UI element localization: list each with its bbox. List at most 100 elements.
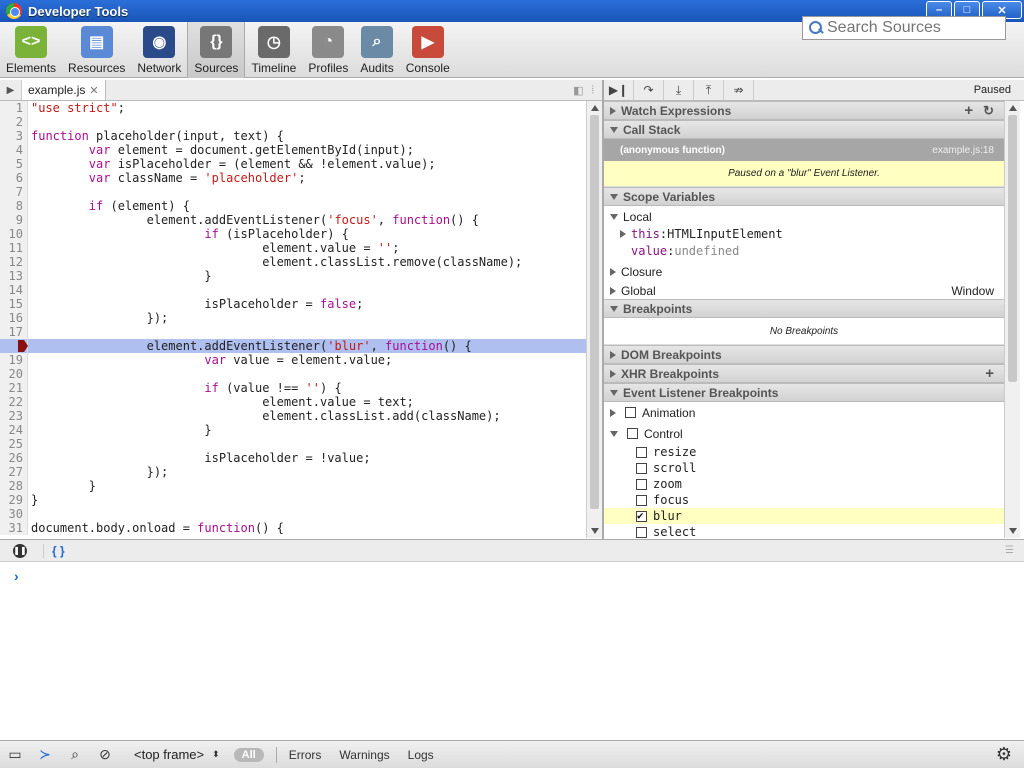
code-line[interactable]: 10 if (isPlaceholder) {	[0, 227, 602, 241]
navigator-toggle-icon[interactable]: ▶	[0, 80, 22, 100]
resume-icon[interactable]: ▶❙	[604, 80, 634, 100]
scope-closure[interactable]: Closure	[604, 263, 1004, 280]
scroll-up-icon[interactable]	[591, 105, 599, 111]
search-input[interactable]	[827, 19, 997, 37]
tool-resources[interactable]: ▤ Resources	[62, 22, 131, 78]
code-line[interactable]: 28 }	[0, 479, 602, 493]
code-line[interactable]: 4 var element = document.getElementById(…	[0, 143, 602, 157]
code-line[interactable]: 23 element.classList.add(className);	[0, 409, 602, 423]
tool-console[interactable]: ▶ Console	[400, 22, 456, 78]
tool-elements[interactable]: <> Elements	[0, 22, 62, 78]
line-number[interactable]: 4	[0, 143, 28, 157]
event-focus[interactable]: focus	[604, 492, 1004, 508]
line-number[interactable]: 16	[0, 311, 28, 325]
code-line[interactable]: 25	[0, 437, 602, 451]
control-checkbox[interactable]	[627, 428, 638, 439]
refresh-icon[interactable]: ↻	[983, 103, 994, 119]
line-number[interactable]: 13	[0, 269, 28, 283]
code-line[interactable]: 27 });	[0, 465, 602, 479]
code-line[interactable]: 19 var value = element.value;	[0, 353, 602, 367]
line-number[interactable]: 9	[0, 213, 28, 227]
code-line[interactable]: 5 var isPlaceholder = (element && !eleme…	[0, 157, 602, 171]
pause-on-exceptions-icon[interactable]: ❚❚	[13, 543, 27, 558]
watch-expressions-header[interactable]: Watch Expressions + ↻	[604, 101, 1004, 120]
scope-this[interactable]: this: HTMLInputElement	[604, 225, 1004, 242]
line-number[interactable]: 3	[0, 129, 28, 143]
console-prompt[interactable]: ›	[14, 568, 19, 584]
scope-value[interactable]: value: undefined	[604, 242, 1004, 259]
code-line[interactable]: 26 isPlaceholder = !value;	[0, 451, 602, 465]
line-number[interactable]: 29	[0, 493, 28, 507]
code-line[interactable]: 14	[0, 283, 602, 297]
event-scroll[interactable]: scroll	[604, 460, 1004, 476]
scroll-thumb[interactable]	[590, 115, 599, 509]
code-line[interactable]: 17	[0, 325, 602, 339]
code-line[interactable]: 12 element.classList.remove(className);	[0, 255, 602, 269]
line-number[interactable]: 28	[0, 479, 28, 493]
frame-location[interactable]: example.js:18	[932, 145, 994, 156]
code-line[interactable]: 20	[0, 367, 602, 381]
line-number[interactable]: 8	[0, 199, 28, 213]
event-select[interactable]: select	[604, 524, 1004, 538]
code-line[interactable]: 11 element.value = '';	[0, 241, 602, 255]
code-line[interactable]: 22 element.value = text;	[0, 395, 602, 409]
code-line[interactable]: 15 isPlaceholder = false;	[0, 297, 602, 311]
focus-checkbox[interactable]	[636, 494, 647, 506]
scroll-up-icon[interactable]	[1009, 105, 1017, 111]
event-resize[interactable]: resize	[604, 444, 1004, 460]
add-icon[interactable]: +	[985, 365, 994, 382]
line-number[interactable]: 6	[0, 171, 28, 185]
search-box[interactable]	[802, 16, 1006, 40]
add-icon[interactable]: +	[964, 102, 973, 119]
breakpoints-header[interactable]: Breakpoints	[604, 299, 1004, 318]
line-number[interactable]: 11	[0, 241, 28, 255]
line-number[interactable]: 1	[0, 101, 28, 115]
code-line[interactable]: 30	[0, 507, 602, 521]
filter-all[interactable]: All	[233, 747, 264, 762]
code-line[interactable]: 2	[0, 115, 602, 129]
search-icon[interactable]: ⌕	[60, 742, 90, 768]
scroll-checkbox[interactable]	[636, 462, 647, 474]
line-number[interactable]: 19	[0, 353, 28, 367]
scroll-down-icon[interactable]	[1009, 528, 1017, 534]
call-stack-header[interactable]: Call Stack	[604, 120, 1004, 139]
code-line[interactable]: 1 "use strict";	[0, 101, 602, 115]
tool-audits[interactable]: ⌕ Audits	[354, 22, 399, 78]
scope-variables-header[interactable]: Scope Variables	[604, 187, 1004, 206]
filter-warnings[interactable]: Warnings	[339, 748, 389, 762]
code-line[interactable]: 24 }	[0, 423, 602, 437]
line-number[interactable]: 7	[0, 185, 28, 199]
code-line[interactable]: 18 element.addEventListener('blur', func…	[0, 339, 602, 353]
filter-errors[interactable]: Errors	[289, 748, 322, 762]
line-number[interactable]: 31	[0, 521, 28, 535]
line-number[interactable]: 17	[0, 325, 28, 339]
call-frame[interactable]: (anonymous function) example.js:18	[604, 139, 1004, 161]
file-tab[interactable]: example.js ✕	[22, 80, 106, 100]
tool-sources[interactable]: {} Sources	[187, 22, 246, 78]
code-line[interactable]: 31 document.body.onload = function() {	[0, 521, 602, 535]
line-number[interactable]: 10	[0, 227, 28, 241]
line-number[interactable]: 21	[0, 381, 28, 395]
code-line[interactable]: 29}	[0, 493, 602, 507]
select-checkbox[interactable]	[636, 526, 647, 538]
scope-local[interactable]: Local	[604, 208, 1004, 225]
code-editor[interactable]: 1 "use strict"; 2 3 function placeholder(inp…	[0, 101, 602, 538]
xhr-breakpoints-header[interactable]: XHR Breakpoints +	[604, 364, 1004, 383]
tool-network[interactable]: ◉ Network	[131, 22, 187, 78]
pretty-print-button[interactable]: { }	[43, 543, 65, 558]
event-group-control[interactable]: Control	[604, 423, 1004, 444]
editor-scrollbar[interactable]	[586, 101, 602, 538]
step-out-icon[interactable]: ⤒	[694, 80, 724, 100]
event-group-animation[interactable]: Animation	[604, 402, 1004, 423]
show-console-icon[interactable]: ≻	[30, 742, 60, 768]
line-number[interactable]: 26	[0, 451, 28, 465]
line-number[interactable]: 18	[0, 339, 28, 353]
console-area[interactable]: ›	[0, 562, 1024, 740]
step-over-icon[interactable]: ↷	[634, 80, 664, 100]
code-line[interactable]: 16 });	[0, 311, 602, 325]
scope-global[interactable]: Global Window	[604, 282, 1004, 299]
debugger-toggle-icon[interactable]: ◧	[573, 84, 583, 97]
clear-console-icon[interactable]: ⊘	[90, 742, 120, 768]
step-into-icon[interactable]: ⤓	[664, 80, 694, 100]
animation-checkbox[interactable]	[625, 407, 636, 418]
